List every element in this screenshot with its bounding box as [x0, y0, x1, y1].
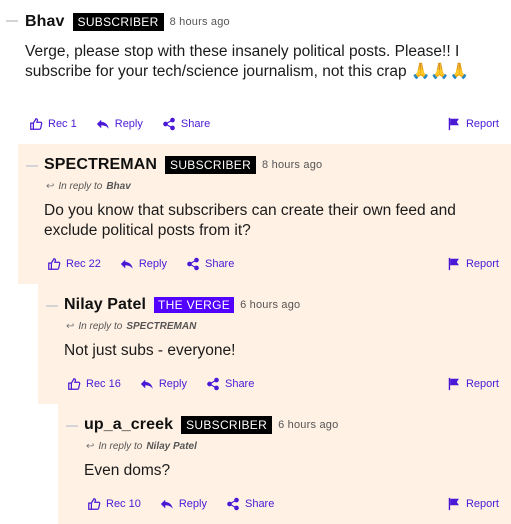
- in-reply-to: ↩ In reply to Bhav: [46, 181, 131, 192]
- report-button[interactable]: Report: [447, 117, 499, 131]
- share-label: Share: [224, 378, 255, 390]
- share-label: Share: [244, 498, 275, 510]
- in-reply-to-author[interactable]: Bhav: [106, 181, 130, 192]
- author-name[interactable]: Nilay Patel: [64, 296, 146, 314]
- comment-body: Not just subs - everyone!: [64, 342, 236, 359]
- report-label: Report: [465, 378, 499, 390]
- share-label: Share: [204, 258, 235, 270]
- comment-body: Verge, please stop with these insanely p…: [25, 43, 469, 80]
- rec-button[interactable]: Rec 16: [67, 377, 121, 391]
- share-button[interactable]: Share: [206, 377, 254, 391]
- flag-icon: [448, 257, 459, 271]
- share-icon: [163, 117, 175, 131]
- in-reply-to: ↩ In reply to SPECTREMAN: [66, 321, 196, 332]
- reply-button[interactable]: Reply: [160, 497, 207, 511]
- flag-icon: [448, 497, 459, 511]
- flag-icon: [448, 117, 459, 131]
- report-button[interactable]: Report: [447, 257, 499, 271]
- thumbs-up-icon: [30, 118, 43, 130]
- comment-actions: Rec 10 Reply Share Report: [87, 496, 499, 512]
- timestamp[interactable]: 8 hours ago: [262, 159, 322, 171]
- reply-arrow-icon: [96, 119, 109, 129]
- share-icon: [207, 377, 219, 391]
- subscriber-badge: SUBSCRIBER: [72, 13, 164, 31]
- share-icon: [187, 257, 199, 271]
- timestamp[interactable]: 6 hours ago: [278, 419, 338, 431]
- share-label: Share: [180, 118, 211, 130]
- thumbs-up-icon: [48, 258, 61, 270]
- author-name[interactable]: up_a_creek: [84, 416, 173, 434]
- comment-body: Even doms?: [84, 462, 171, 479]
- timestamp[interactable]: 8 hours ago: [170, 16, 230, 28]
- timestamp[interactable]: 6 hours ago: [240, 299, 300, 311]
- reply-button[interactable]: Reply: [140, 377, 187, 391]
- comment-actions: Rec 1 Reply Share Report: [29, 116, 499, 132]
- reply-arrow-icon: [140, 379, 153, 389]
- reply-label: Reply: [114, 118, 143, 130]
- subscriber-badge: SUBSCRIBER: [165, 156, 257, 174]
- collapse-thread-handle[interactable]: [46, 305, 58, 307]
- comment-header: SPECTREMAN SUBSCRIBER 8 hours ago: [44, 156, 322, 174]
- in-reply-to-prefix: In reply to: [98, 441, 143, 452]
- collapse-thread-handle[interactable]: [6, 20, 18, 22]
- reply-arrow-icon: ↩: [86, 441, 95, 452]
- report-label: Report: [465, 498, 499, 510]
- rec-label: Rec 22: [66, 258, 101, 270]
- share-button[interactable]: Share: [186, 257, 234, 271]
- rec-label: Rec 10: [106, 498, 141, 510]
- flag-icon: [448, 377, 459, 391]
- comment-actions: Rec 22 Reply Share Report: [47, 256, 499, 272]
- comment: Nilay Patel THE VERGE 6 hours ago ↩ In r…: [38, 284, 511, 404]
- in-reply-to-prefix: In reply to: [58, 181, 103, 192]
- reply-button[interactable]: Reply: [96, 117, 143, 131]
- rec-button[interactable]: Rec 22: [47, 257, 101, 271]
- reply-label: Reply: [158, 378, 187, 390]
- subscriber-badge: SUBSCRIBER: [181, 416, 273, 434]
- comment-header: Bhav SUBSCRIBER 8 hours ago: [25, 13, 230, 31]
- comment-header: up_a_creek SUBSCRIBER 6 hours ago: [84, 416, 338, 434]
- comment: SPECTREMAN SUBSCRIBER 8 hours ago ↩ In r…: [18, 144, 511, 284]
- report-button[interactable]: Report: [447, 497, 499, 511]
- thumbs-up-icon: [68, 378, 81, 390]
- collapse-thread-handle[interactable]: [66, 425, 78, 427]
- comment-actions: Rec 16 Reply Share Report: [67, 376, 499, 392]
- in-reply-to-author[interactable]: SPECTREMAN: [126, 321, 196, 332]
- thumbs-up-icon: [88, 498, 101, 510]
- reply-label: Reply: [138, 258, 167, 270]
- reply-arrow-icon: ↩: [66, 321, 75, 332]
- reply-arrow-icon: [120, 259, 133, 269]
- comment: Bhav SUBSCRIBER 8 hours ago Verge, pleas…: [0, 0, 511, 144]
- share-button[interactable]: Share: [226, 497, 274, 511]
- author-name[interactable]: Bhav: [25, 13, 65, 31]
- in-reply-to: ↩ In reply to Nilay Patel: [86, 441, 197, 452]
- collapse-thread-handle[interactable]: [26, 165, 38, 167]
- rec-button[interactable]: Rec 10: [87, 497, 141, 511]
- author-name[interactable]: SPECTREMAN: [44, 156, 157, 174]
- comment-header: Nilay Patel THE VERGE 6 hours ago: [64, 296, 300, 314]
- in-reply-to-author[interactable]: Nilay Patel: [146, 441, 197, 452]
- share-icon: [227, 497, 239, 511]
- report-button[interactable]: Report: [447, 377, 499, 391]
- reply-arrow-icon: [160, 499, 173, 509]
- reply-label: Reply: [178, 498, 207, 510]
- comment-body: Do you know that subscribers can create …: [44, 202, 456, 239]
- rec-button[interactable]: Rec 1: [29, 117, 77, 131]
- report-label: Report: [465, 258, 499, 270]
- report-label: Report: [465, 118, 499, 130]
- share-button[interactable]: Share: [162, 117, 210, 131]
- in-reply-to-prefix: In reply to: [78, 321, 123, 332]
- reply-arrow-icon: ↩: [46, 181, 55, 192]
- comment: up_a_creek SUBSCRIBER 6 hours ago ↩ In r…: [58, 404, 511, 524]
- reply-button[interactable]: Reply: [120, 257, 167, 271]
- rec-label: Rec 1: [48, 118, 77, 130]
- staff-badge: THE VERGE: [154, 297, 235, 313]
- rec-label: Rec 16: [86, 378, 121, 390]
